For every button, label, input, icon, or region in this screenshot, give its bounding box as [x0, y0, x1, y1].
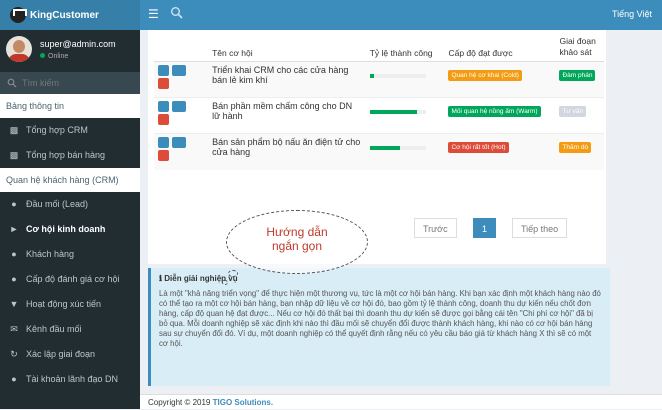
pagination-prev-button[interactable]: Trước — [414, 218, 457, 238]
sidebar-item-promotions[interactable]: ▼ Hoạt động xúc tiến — [0, 292, 140, 317]
sidebar-section-dashboard[interactable]: Bảng thông tin — [0, 94, 140, 118]
user-tie-icon: ● — [11, 374, 17, 384]
note-text: Là một "khả năng triển vọng" để thực hiệ… — [159, 289, 601, 348]
sidebar-item-customers[interactable]: ● Khách hàng — [0, 242, 140, 267]
progress-bar — [369, 146, 426, 150]
footer: Copyright © 2019 TIGO Solutions. — [140, 394, 662, 409]
delete-icon[interactable] — [158, 114, 169, 125]
bar-chart-icon: ▩ — [9, 150, 19, 160]
row-actions — [154, 97, 199, 134]
column-header-actions — [154, 30, 199, 62]
callout-tail — [222, 280, 228, 285]
stage-cell: Tư vấn — [555, 97, 604, 134]
column-header-stage[interactable]: Giai đoạn khảo sát — [555, 30, 604, 62]
sidebar-item-crm-summary[interactable]: ▩ Tổng hợp CRM — [0, 118, 140, 143]
sidebar-search-input[interactable]: Tìm kiếm — [0, 72, 140, 94]
stage-badge: Đàm phán — [559, 70, 596, 81]
list-icon[interactable] — [172, 137, 186, 148]
level-cell: Cơ hội rất tốt (Hot) — [438, 133, 556, 170]
top-navbar: KingCustomer ☰ Tiếng Việt — [0, 0, 662, 30]
progress-bar — [369, 110, 426, 114]
stage-cell: Đàm phán — [555, 61, 604, 98]
sidebar-item-lead-channels[interactable]: ✉ Kênh đầu mối — [0, 317, 140, 342]
level-cell: Quan hệ cơ khai (Cold) — [438, 61, 556, 98]
stage-badge: Thăm dò — [559, 142, 592, 153]
users-icon: ● — [11, 274, 17, 284]
user-status: Online — [40, 53, 68, 60]
footer-brand-link[interactable]: TIGO Solutions. — [213, 398, 273, 407]
user-panel: super@admin.com Online — [0, 30, 140, 72]
app-title: KingCustomer — [30, 9, 99, 21]
row-actions — [154, 61, 199, 98]
sidebar-item-sales-summary[interactable]: ▩ Tổng hợp bán hàng — [0, 143, 140, 168]
footer-copyright: Copyright © 2019 — [148, 398, 211, 407]
sidebar-group-dashboard: ▩ Tổng hợp CRM ▩ Tổng hợp bán hàng — [0, 118, 140, 168]
sidebar-item-stages[interactable]: ↻ Xác lập giai đoạn — [0, 342, 140, 367]
callout-tail — [228, 270, 238, 277]
online-dot-icon — [40, 53, 45, 58]
sidebar-item-opportunity-levels[interactable]: ● Cấp độ đánh giá cơ hội — [0, 267, 140, 292]
user-name: super@admin.com — [40, 39, 116, 49]
mail-icon: ✉ — [10, 324, 18, 334]
progress-bar — [369, 74, 426, 78]
table-row[interactable]: Bán phần mềm chấm công cho DN lữ hành Mối… — [154, 97, 604, 134]
search-icon[interactable] — [170, 6, 184, 20]
edit-icon[interactable] — [158, 137, 169, 148]
list-icon[interactable] — [172, 65, 186, 76]
delete-icon[interactable] — [158, 150, 169, 161]
pagination-page-button[interactable]: 1 — [473, 218, 497, 238]
opportunity-table: Tên cơ hội Tỷ lệ thành công Cấp độ đạt đ… — [154, 30, 604, 170]
app-logo[interactable]: KingCustomer — [0, 0, 140, 30]
opportunity-name: Bán sản phẩm bộ nấu ăn điện tử cho cửa h… — [198, 133, 366, 170]
crown-logo-icon — [10, 7, 27, 23]
language-selector[interactable]: Tiếng Việt — [612, 9, 652, 19]
delete-icon[interactable] — [158, 78, 169, 89]
menu-toggle-icon[interactable]: ☰ — [148, 8, 159, 20]
list-icon[interactable] — [172, 101, 186, 112]
stage-badge: Tư vấn — [559, 106, 587, 117]
row-actions — [154, 133, 199, 170]
pagination-next-button[interactable]: Tiếp theo — [512, 218, 568, 238]
sidebar-item-executive-accounts[interactable]: ● Tài khoản lãnh đạo DN — [0, 367, 140, 392]
success-rate-cell — [365, 97, 439, 134]
progress-bar-fill — [369, 146, 401, 150]
main-content: Tên cơ hội Tỷ lệ thành công Cấp độ đạt đ… — [140, 30, 662, 394]
table-row[interactable]: Bán sản phẩm bộ nấu ăn điện tử cho cửa h… — [154, 133, 604, 170]
progress-bar-fill — [369, 110, 418, 114]
column-header-level[interactable]: Cấp độ đạt được — [438, 30, 556, 62]
sidebar-section-crm[interactable]: Quan hệ khách hàng (CRM) — [0, 168, 140, 192]
person-icon: ● — [11, 249, 17, 259]
avatar — [6, 36, 32, 62]
table-row[interactable]: Triển khai CRM cho các cửa hàng bán lẻ k… — [154, 61, 604, 98]
sidebar-item-leads[interactable]: ● Đầu mối (Lead) — [0, 192, 140, 217]
sidebar-item-opportunities[interactable]: ► Cơ hội kinh doanh — [0, 217, 140, 242]
opportunity-table-card: Tên cơ hội Tỷ lệ thành công Cấp độ đạt đ… — [148, 30, 606, 264]
bar-chart-icon: ▩ — [9, 125, 19, 135]
edit-icon[interactable] — [158, 65, 169, 76]
column-header-rate[interactable]: Tỷ lệ thành công — [365, 30, 439, 62]
opportunity-name: Bán phần mềm chấm công cho DN lữ hành — [198, 97, 366, 134]
business-explanation-note: ℹ Diễn giải nghiệp vụ Là một "khả năng t… — [148, 268, 610, 386]
success-rate-cell — [365, 133, 439, 170]
stage-cell: Thăm dò — [555, 133, 604, 170]
column-header-name[interactable]: Tên cơ hội — [198, 30, 366, 62]
level-badge: Cơ hội rất tốt (Hot) — [448, 142, 509, 153]
progress-bar-fill — [369, 74, 375, 78]
edit-icon[interactable] — [158, 101, 169, 112]
success-rate-cell — [365, 61, 439, 98]
guide-callout-bubble: Hướng dẫn ngắn gọn — [226, 210, 368, 274]
sidebar: super@admin.com Online Tìm kiếm Bảng thô… — [0, 30, 140, 409]
level-cell: Mối quan hệ nồng ấm (Warm) — [438, 97, 556, 134]
megaphone-icon: ► — [9, 224, 19, 234]
refresh-icon: ↻ — [10, 349, 18, 359]
level-badge: Quan hệ cơ khai (Cold) — [448, 70, 522, 81]
opportunity-name: Triển khai CRM cho các cửa hàng bán lẻ k… — [198, 61, 366, 98]
filter-icon: ▼ — [9, 299, 19, 309]
level-badge: Mối quan hệ nồng ấm (Warm) — [448, 106, 541, 117]
person-icon: ● — [11, 199, 17, 209]
sidebar-group-crm: ● Đầu mối (Lead) ► Cơ hội kinh doanh ● Khác… — [0, 192, 140, 392]
search-icon — [7, 78, 17, 88]
